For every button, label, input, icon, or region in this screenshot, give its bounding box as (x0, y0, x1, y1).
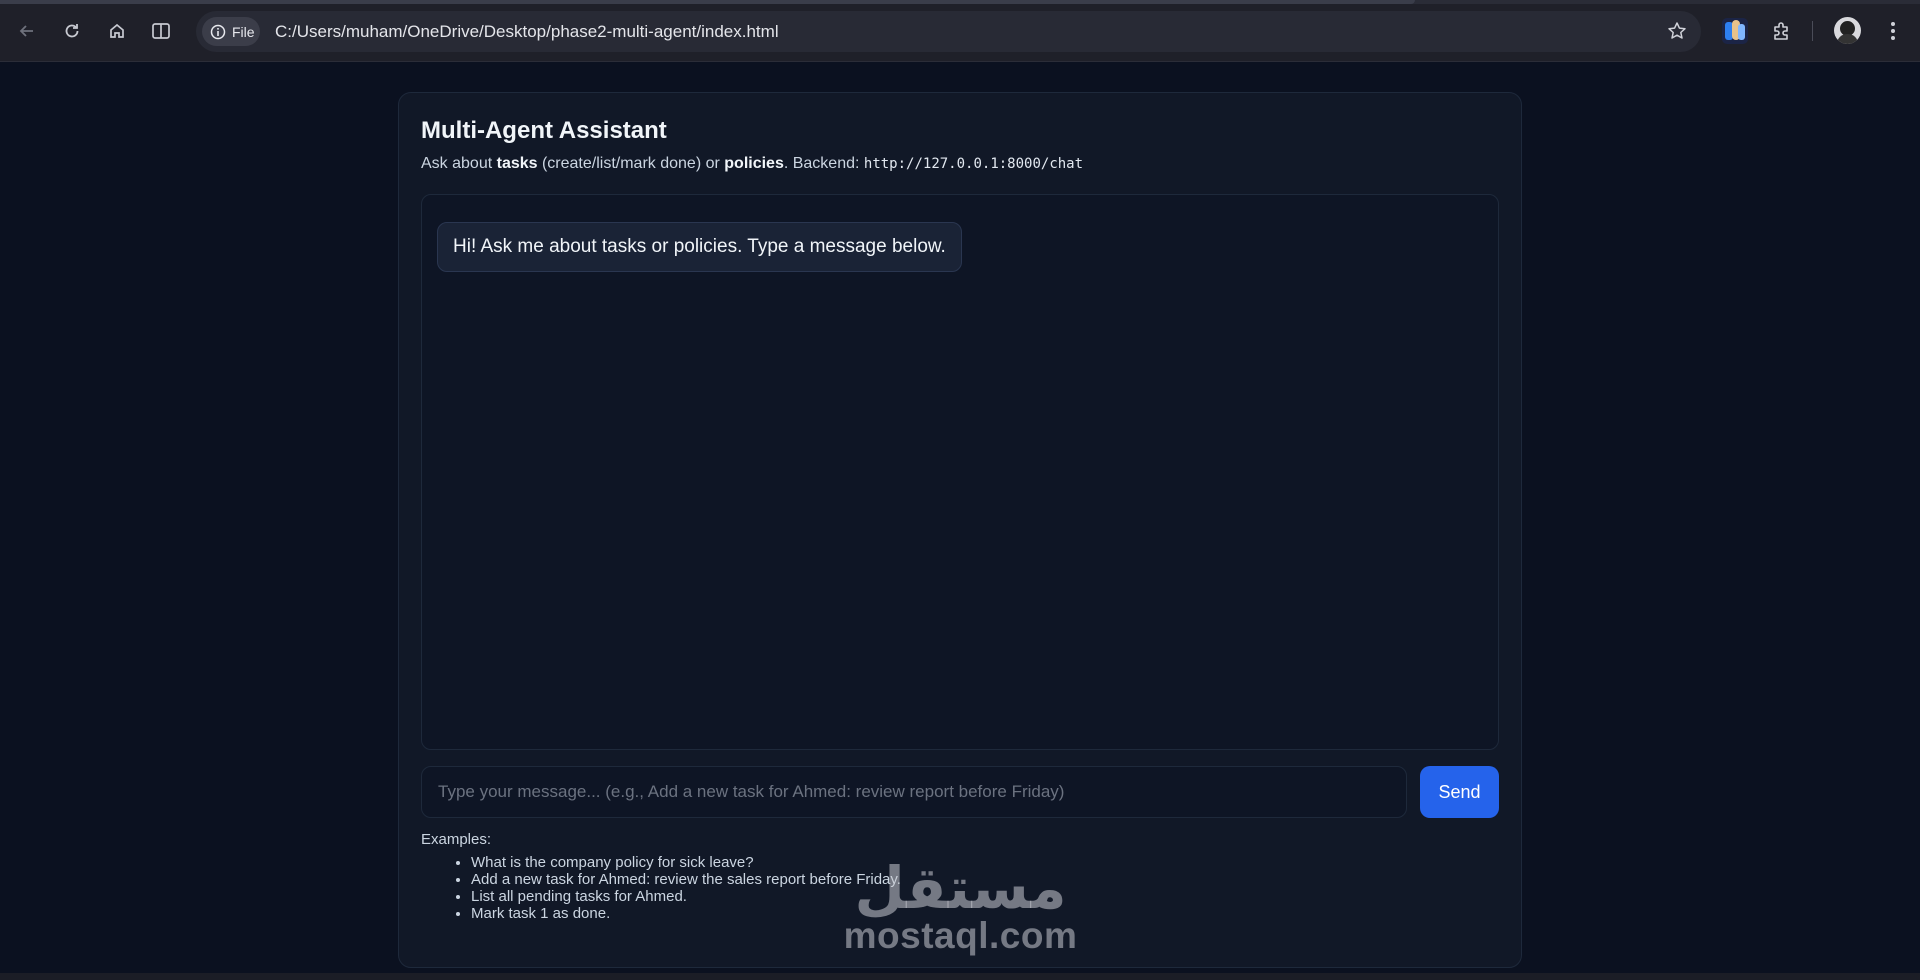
assistant-card: Multi-Agent Assistant Ask about tasks (c… (398, 92, 1522, 968)
tab-strip (0, 0, 1920, 4)
chat-log[interactable]: Hi! Ask me about tasks or policies. Type… (421, 194, 1499, 750)
reload-icon[interactable] (54, 13, 90, 49)
star-icon[interactable] (1665, 19, 1689, 43)
example-item: Add a new task for Ahmed: review the sal… (471, 871, 901, 888)
browser-toolbar: File C:/Users/muham/OneDrive/Desktop/pha… (0, 0, 1920, 62)
assistant-message: Hi! Ask me about tasks or policies. Type… (437, 222, 962, 272)
subtitle-text-3: . Backend: (783, 155, 864, 172)
send-button[interactable]: Send (1420, 766, 1499, 818)
split-view-icon[interactable] (143, 13, 179, 49)
examples-label: Examples: (421, 831, 492, 848)
subtitle-bold-policies: policies (724, 155, 784, 172)
subtitle-text-2: (create/list/mark done) or (537, 155, 725, 172)
toolbar-divider (1812, 21, 1813, 41)
home-icon[interactable] (99, 13, 135, 49)
backend-url: http://127.0.0.1:8000/chat (863, 156, 1084, 172)
file-chip-label: File (232, 23, 255, 40)
examples-list: What is the company policy for sick leav… (421, 854, 901, 922)
extension-icon[interactable] (1722, 18, 1748, 44)
example-item: What is the company policy for sick leav… (471, 854, 901, 871)
subtitle-bold-tasks: tasks (496, 155, 538, 172)
more-menu-icon[interactable] (1880, 18, 1906, 44)
address-bar[interactable]: File C:/Users/muham/OneDrive/Desktop/pha… (196, 11, 1701, 52)
bottom-bar (0, 973, 1920, 980)
back-icon[interactable] (9, 13, 45, 49)
example-item: Mark task 1 as done. (471, 905, 901, 922)
info-icon (210, 24, 226, 40)
site-info-chip[interactable]: File (202, 17, 260, 46)
url-text[interactable]: C:/Users/muham/OneDrive/Desktop/phase2-m… (275, 11, 779, 52)
profile-avatar[interactable] (1834, 17, 1861, 44)
message-input[interactable] (421, 766, 1407, 818)
subtitle-text-1: Ask about (421, 155, 497, 172)
puzzle-icon[interactable] (1769, 18, 1795, 44)
page-subtitle: Ask about tasks (create/list/mark done) … (421, 155, 1083, 173)
page-title: Multi-Agent Assistant (421, 117, 667, 144)
example-item: List all pending tasks for Ahmed. (471, 888, 901, 905)
